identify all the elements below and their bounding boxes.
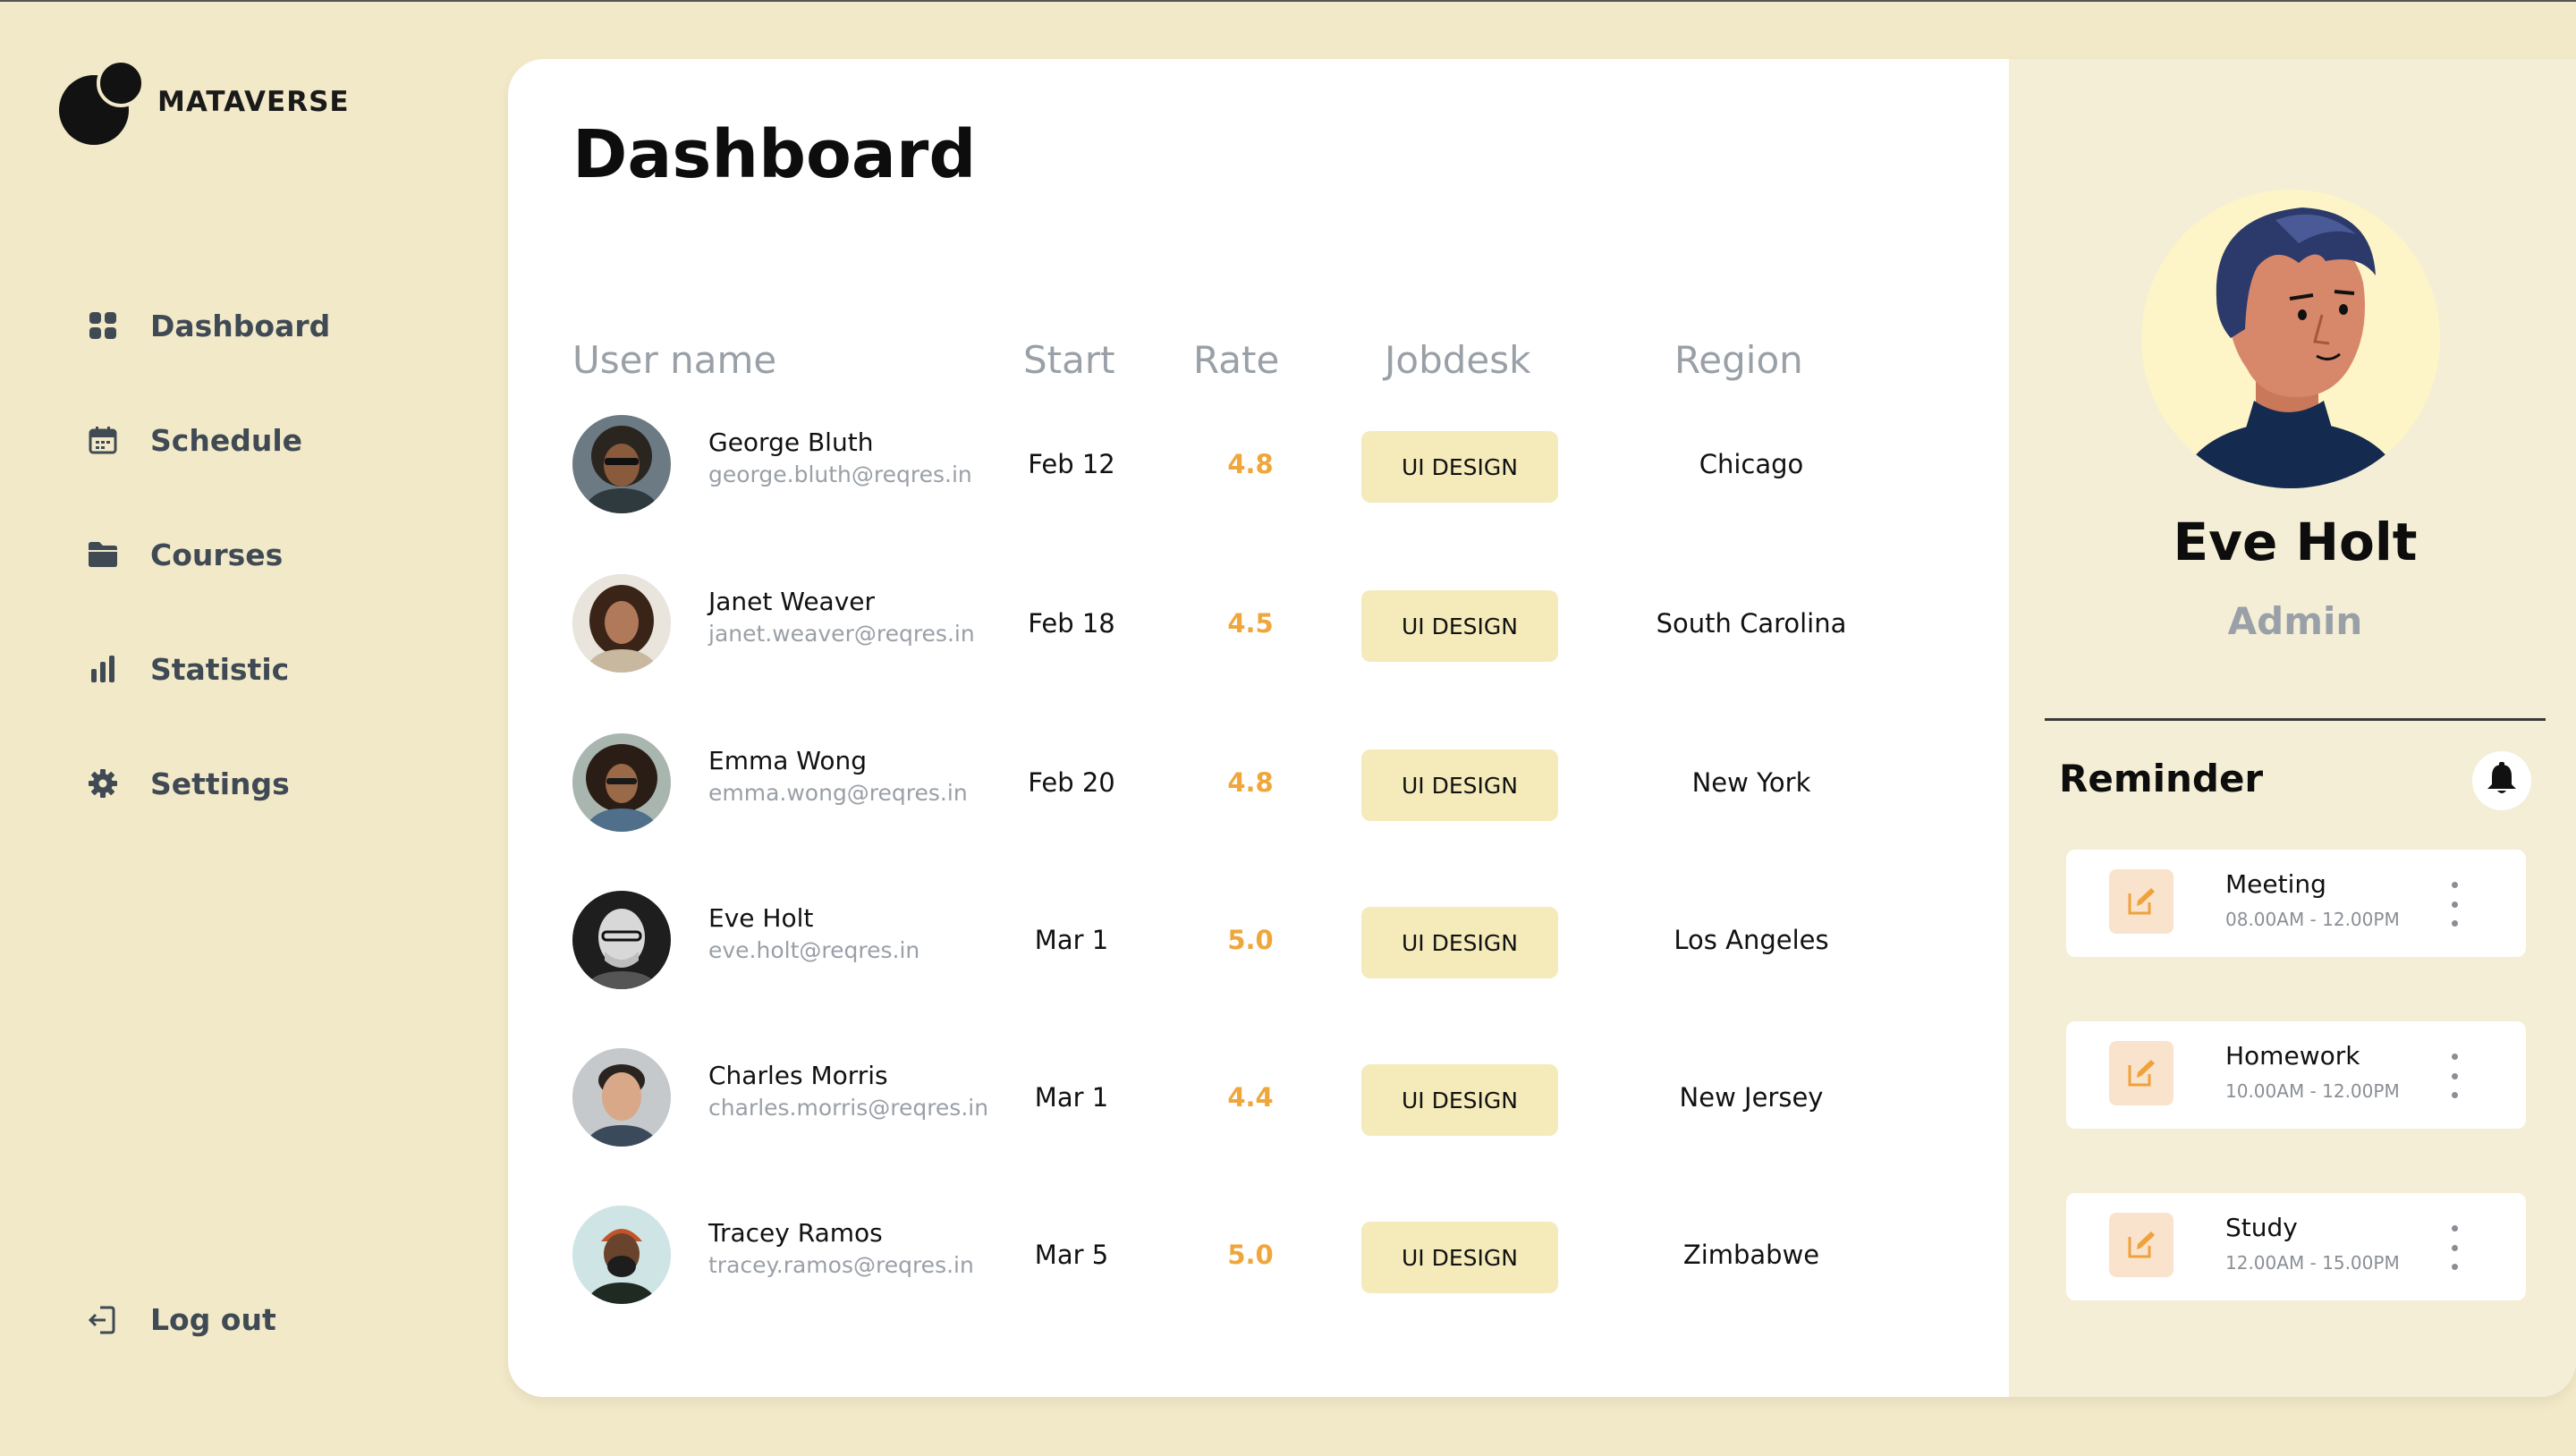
sidebar-item-settings[interactable]: Settings: [88, 726, 330, 841]
logo-icon: [59, 59, 145, 145]
reminder-title-text: Homework: [2225, 1041, 2360, 1071]
reminder-time: 08.00AM - 12.00PM: [2225, 909, 2400, 930]
notification-button[interactable]: [2472, 751, 2531, 810]
table-row[interactable]: Emma Wong emma.wong@reqres.in Feb 20 4.8…: [508, 733, 2009, 891]
sidebar-nav: Dashboard Schedule Courses Statistic Set…: [88, 268, 330, 841]
start-date: Feb 18: [1028, 608, 1115, 639]
bar-chart-icon: [88, 654, 118, 684]
more-options-icon[interactable]: [2445, 1225, 2463, 1270]
jobdesk-badge[interactable]: UI DESIGN: [1361, 590, 1558, 662]
jobdesk-badge[interactable]: UI DESIGN: [1361, 1222, 1558, 1293]
reminder-title-text: Meeting: [2225, 869, 2326, 899]
region-text: Los Angeles: [1674, 925, 1829, 955]
user-name: Emma Wong: [708, 746, 867, 775]
region-text: Chicago: [1699, 449, 1804, 479]
user-email: janet.weaver@reqres.in: [708, 621, 975, 647]
user-avatar: [572, 733, 671, 832]
user-avatar: [572, 1206, 671, 1304]
jobdesk-badge[interactable]: UI DESIGN: [1361, 1064, 1558, 1136]
window-top-border: [0, 0, 2576, 2]
column-header-start: Start: [1023, 338, 1115, 382]
start-date: Feb 12: [1028, 449, 1115, 479]
user-name: Janet Weaver: [708, 587, 876, 616]
start-date: Feb 20: [1028, 767, 1115, 798]
column-header-username: User name: [572, 338, 777, 382]
start-date: Mar 5: [1034, 1240, 1109, 1270]
more-options-icon[interactable]: [2445, 1054, 2463, 1098]
sidebar-item-label: Schedule: [150, 422, 303, 458]
user-name: Tracey Ramos: [708, 1218, 883, 1248]
table-row[interactable]: Charles Morris charles.morris@reqres.in …: [508, 1048, 2009, 1206]
region-text: New Jersey: [1679, 1082, 1824, 1113]
user-avatar: [572, 574, 671, 673]
user-avatar: [572, 415, 671, 513]
sidebar-item-label: Statistic: [150, 651, 290, 687]
reminder-card[interactable]: Study 12.00AM - 15.00PM: [2066, 1193, 2526, 1300]
user-name: Eve Holt: [708, 903, 814, 933]
page-title: Dashboard: [572, 116, 977, 193]
user-email: tracey.ramos@reqres.in: [708, 1252, 974, 1278]
brand-name: MATAVERSE: [157, 86, 350, 118]
start-date: Mar 1: [1034, 925, 1109, 955]
column-header-jobdesk: Jobdesk: [1385, 338, 1531, 382]
reminder-card[interactable]: Meeting 08.00AM - 12.00PM: [2066, 850, 2526, 957]
grid-icon: [88, 310, 118, 341]
rate-value: 5.0: [1227, 1240, 1274, 1270]
user-email: george.bluth@reqres.in: [708, 461, 972, 487]
edit-icon[interactable]: [2109, 869, 2174, 934]
profile-role: Admin: [2227, 599, 2363, 643]
reminder-title: Reminder: [2059, 757, 2264, 800]
column-header-rate: Rate: [1193, 338, 1280, 382]
logout-button[interactable]: Log out: [88, 1302, 276, 1337]
user-email: eve.holt@reqres.in: [708, 937, 920, 963]
sidebar-item-label: Dashboard: [150, 308, 331, 343]
user-avatar: [572, 891, 671, 989]
start-date: Mar 1: [1034, 1082, 1109, 1113]
jobdesk-badge[interactable]: UI DESIGN: [1361, 431, 1558, 503]
calendar-icon: [88, 425, 118, 455]
rate-value: 4.4: [1227, 1082, 1274, 1113]
jobdesk-badge[interactable]: UI DESIGN: [1361, 907, 1558, 978]
rate-value: 4.5: [1227, 608, 1274, 639]
table-row[interactable]: Eve Holt eve.holt@reqres.in Mar 1 5.0 UI…: [508, 891, 2009, 1048]
region-text: New York: [1691, 767, 1811, 798]
table-row[interactable]: George Bluth george.bluth@reqres.in Feb …: [508, 415, 2009, 572]
profile-name: Eve Holt: [2173, 512, 2418, 572]
reminder-time: 12.00AM - 15.00PM: [2225, 1252, 2400, 1274]
reminder-time: 10.00AM - 12.00PM: [2225, 1080, 2400, 1102]
bell-icon: [2486, 762, 2518, 800]
profile-avatar[interactable]: [2141, 190, 2440, 488]
user-name: George Bluth: [708, 427, 874, 457]
gear-icon: [88, 768, 118, 799]
sidebar-item-dashboard[interactable]: Dashboard: [88, 268, 330, 383]
user-email: charles.morris@reqres.in: [708, 1095, 989, 1121]
logout-icon: [88, 1305, 118, 1335]
region-text: Zimbabwe: [1682, 1240, 1820, 1270]
sidebar-item-statistic[interactable]: Statistic: [88, 612, 330, 726]
sidebar-item-schedule[interactable]: Schedule: [88, 383, 330, 497]
logout-label: Log out: [150, 1302, 276, 1337]
rate-value: 5.0: [1227, 925, 1274, 955]
user-name: Charles Morris: [708, 1061, 888, 1090]
table-row[interactable]: Janet Weaver janet.weaver@reqres.in Feb …: [508, 574, 2009, 732]
reminder-title-text: Study: [2225, 1213, 2298, 1242]
jobdesk-badge[interactable]: UI DESIGN: [1361, 749, 1558, 821]
more-options-icon[interactable]: [2445, 882, 2463, 927]
sidebar-item-label: Courses: [150, 537, 284, 572]
region-text: South Carolina: [1656, 608, 1847, 639]
divider: [2045, 718, 2546, 721]
table-row[interactable]: Tracey Ramos tracey.ramos@reqres.in Mar …: [508, 1206, 2009, 1363]
edit-icon[interactable]: [2109, 1041, 2174, 1105]
edit-icon[interactable]: [2109, 1213, 2174, 1277]
folder-icon: [88, 539, 118, 570]
user-avatar: [572, 1048, 671, 1147]
column-header-region: Region: [1674, 338, 1803, 382]
user-email: emma.wong@reqres.in: [708, 780, 968, 806]
rate-value: 4.8: [1227, 449, 1274, 479]
brand-logo[interactable]: MATAVERSE: [59, 59, 350, 145]
sidebar-item-courses[interactable]: Courses: [88, 497, 330, 612]
reminder-card[interactable]: Homework 10.00AM - 12.00PM: [2066, 1021, 2526, 1129]
rate-value: 4.8: [1227, 767, 1274, 798]
sidebar-item-label: Settings: [150, 766, 290, 801]
